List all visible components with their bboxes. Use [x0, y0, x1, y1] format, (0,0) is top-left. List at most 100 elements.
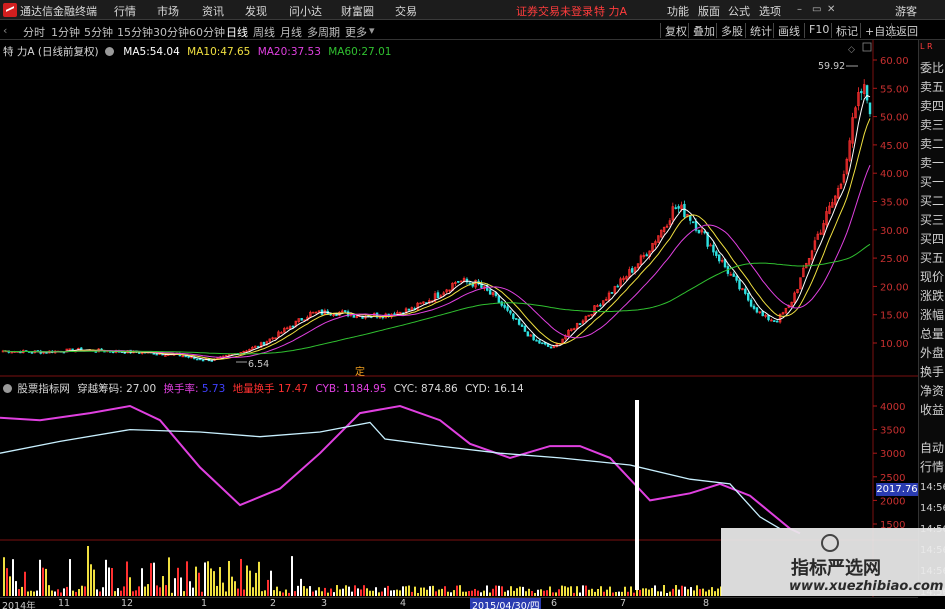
chevron-left-icon[interactable]: ‹ [3, 24, 7, 37]
volume-bar [177, 567, 179, 596]
guest-label[interactable]: 游客 [895, 3, 917, 19]
volume-bar [192, 587, 194, 596]
volume-bar [123, 586, 125, 596]
volume-bar [411, 591, 413, 596]
candle-body [538, 340, 541, 344]
period-tab-monthly[interactable]: 月线 [280, 24, 302, 40]
volume-bar [630, 586, 632, 596]
volume-bar [426, 589, 428, 596]
volume-bar [573, 592, 575, 596]
volume-bar [396, 589, 398, 596]
close-icon[interactable]: ✕ [827, 5, 837, 15]
price-axis: 60.00 55.00 50.00 45.00 40.00 35.00 30.00 25.00… [873, 56, 909, 350]
menu-market[interactable]: 市场 [157, 3, 179, 19]
volume-bar [579, 592, 581, 596]
candle-body [718, 254, 721, 262]
period-tab-15min[interactable]: 15分钟 [117, 24, 153, 40]
toolbar-statistics[interactable]: 统计 [745, 23, 776, 38]
menu-discover[interactable]: 发现 [245, 3, 267, 19]
event-marker[interactable]: 定 [355, 365, 365, 378]
indicator-axis: 400035003000250020001500 [873, 402, 905, 531]
candle-body [744, 288, 747, 294]
cyb-line [0, 404, 801, 535]
candle-body [645, 254, 648, 257]
menu-function[interactable]: 功能 [667, 3, 689, 19]
candle-body [506, 306, 509, 311]
volume-bar [363, 585, 365, 596]
candle-body [300, 317, 303, 321]
volume-bar [570, 586, 572, 596]
volume-bar [60, 592, 62, 596]
candle-body [535, 339, 538, 342]
indicator-settings-icon[interactable] [3, 384, 12, 393]
volume-bar [498, 585, 500, 596]
candle-body [610, 292, 614, 294]
price-tick-label: 40.00 [880, 169, 909, 180]
volume-bar [120, 590, 122, 596]
chart-canvas[interactable]: 60.00 55.00 50.00 45.00 40.00 35.00 30.00 25.00… [0, 40, 918, 597]
volume-bar [9, 576, 11, 596]
expand-icon[interactable] [862, 42, 872, 52]
volume-bar [288, 592, 290, 596]
candlestick-series[interactable] [1, 79, 872, 362]
toolbar-overlay[interactable]: 叠加 [688, 23, 719, 38]
volume-bar [600, 586, 602, 596]
period-tab-weekly[interactable]: 周线 [253, 24, 275, 40]
login-status[interactable]: 证券交易未登录 [516, 3, 593, 19]
period-tab-more[interactable]: 更多 [345, 24, 367, 40]
high-price-label: 59.92 [818, 61, 845, 72]
toolbar-draw-line[interactable]: 画线 [773, 23, 804, 38]
period-tab-60min[interactable]: 60分钟 [189, 24, 225, 40]
menu-ask[interactable]: 问小达 [289, 3, 322, 19]
toolbar-f10[interactable]: F10 [804, 23, 833, 38]
volume-bar [693, 590, 695, 596]
volume-bar [663, 585, 665, 596]
toolbar-multi-stock[interactable]: 多股 [716, 23, 747, 38]
toolbar-back[interactable]: 返回 [891, 23, 922, 38]
quote-field-label: 14:56 [920, 482, 945, 493]
ma20-line [2, 165, 871, 358]
menu-trade[interactable]: 交易 [395, 3, 417, 19]
volume-bar [636, 589, 638, 596]
period-tab-daily[interactable]: 日线 [226, 24, 248, 40]
menu-quotes[interactable]: 行情 [114, 3, 136, 19]
candle-body [868, 102, 872, 115]
candle-body [436, 292, 440, 299]
volume-bar [645, 588, 647, 596]
period-tab-1min[interactable]: 1分钟 [51, 24, 80, 40]
period-tab-intraday[interactable]: 分时 [23, 24, 45, 40]
toolbar-restore-rights[interactable]: 复权 [660, 23, 691, 38]
volume-bar [672, 588, 674, 596]
cyc-line [0, 421, 781, 530]
period-tab-multi[interactable]: 多周期 [307, 24, 340, 40]
quote-field-label: 自动 [920, 441, 945, 455]
candle-body [497, 295, 501, 303]
volume-bar [615, 591, 617, 596]
volume-bar [138, 586, 140, 596]
low-price-label: 6.54 [248, 359, 269, 370]
period-tab-5min[interactable]: 5分钟 [84, 24, 113, 40]
volume-bar [27, 591, 29, 596]
menu-news[interactable]: 资讯 [202, 3, 224, 19]
volume-bar [648, 589, 650, 596]
diamond-icon[interactable]: ◇ [848, 45, 855, 55]
volume-bar [369, 590, 371, 596]
volume-bar [57, 589, 59, 596]
candle-body [735, 275, 738, 281]
more-dropdown-icon[interactable]: ▾ [369, 24, 375, 37]
volume-bar [303, 586, 305, 596]
minimize-icon[interactable]: – [797, 5, 807, 15]
candle-body [631, 268, 634, 273]
menu-wealth[interactable]: 财富圈 [341, 3, 374, 19]
period-tab-30min[interactable]: 30分钟 [153, 24, 189, 40]
volume-bar [678, 589, 680, 596]
volume-bar [654, 585, 656, 596]
candle-body [546, 343, 550, 347]
toolbar-mark[interactable]: 标记 [831, 23, 862, 38]
menu-options[interactable]: 选项 [759, 3, 781, 19]
menu-formula[interactable]: 公式 [728, 3, 750, 19]
restore-icon[interactable]: ▭ [812, 5, 822, 15]
panel-letters[interactable]: L R [920, 42, 933, 51]
volume-bar [168, 557, 170, 596]
menu-layout[interactable]: 版面 [698, 3, 720, 19]
